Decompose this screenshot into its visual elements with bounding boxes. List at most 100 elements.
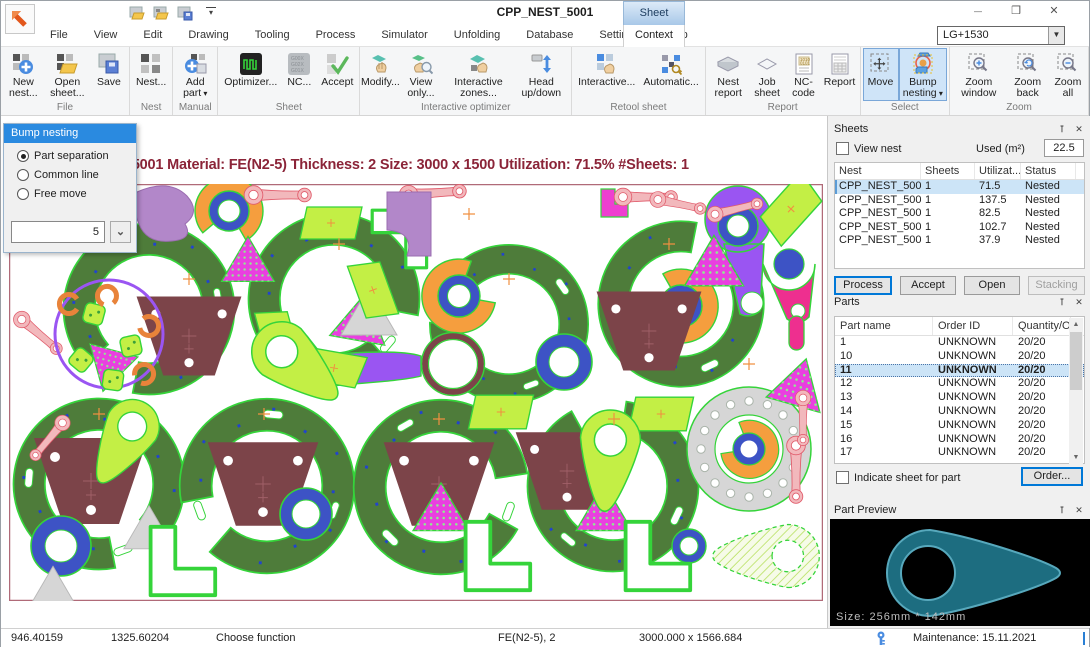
- machine-selector-combo[interactable]: LG+1530: [937, 26, 1065, 45]
- status-caret: [1083, 632, 1085, 645]
- pin-icon[interactable]: [1055, 123, 1069, 136]
- table-row[interactable]: 16UNKNOWN20/20: [835, 433, 1084, 447]
- close-button[interactable]: [1039, 3, 1069, 21]
- table-row[interactable]: 12UNKNOWN20/20: [835, 377, 1084, 391]
- modify-button[interactable]: Modify...: [362, 48, 398, 101]
- chevron-down-icon[interactable]: [1048, 27, 1064, 44]
- order-button[interactable]: Order...: [1021, 467, 1083, 486]
- pin-icon[interactable]: [1055, 296, 1069, 309]
- tab-simulator[interactable]: Simulator: [368, 25, 440, 47]
- minimize-button[interactable]: [963, 3, 993, 21]
- view-only-button[interactable]: View only...: [398, 48, 443, 101]
- pin-icon[interactable]: [1055, 504, 1069, 517]
- tab-process[interactable]: Process: [303, 25, 369, 47]
- tab-database[interactable]: Database: [513, 25, 586, 47]
- app-window: CPP_NEST_5001 File View Edit Drawing Too…: [0, 0, 1090, 647]
- table-row[interactable]: 11UNKNOWN20/20: [835, 364, 1084, 378]
- table-row[interactable]: 15UNKNOWN20/20: [835, 419, 1084, 433]
- table-row[interactable]: 10UNKNOWN20/20: [835, 350, 1084, 364]
- table-row[interactable]: 17UNKNOWN20/20: [835, 446, 1084, 460]
- parts-table[interactable]: Part nameOrder IDQuantity/Ordered 1UNKNO…: [834, 316, 1085, 464]
- zoom-all-button[interactable]: Zoom all: [1050, 48, 1086, 101]
- parts-table-header[interactable]: Part nameOrder IDQuantity/Ordered: [835, 317, 1084, 336]
- zoom-window-icon: [966, 51, 992, 77]
- report-button[interactable]: Report: [822, 48, 858, 101]
- tab-edit[interactable]: Edit: [130, 25, 175, 47]
- scroll-up-icon[interactable]: ▲: [1069, 318, 1083, 331]
- used-value: 22.5: [1044, 139, 1084, 157]
- bump-step-dropdown[interactable]: [110, 221, 131, 243]
- indicate-sheet-checkbox[interactable]: Indicate sheet for part: [836, 471, 960, 484]
- tab-unfolding[interactable]: Unfolding: [441, 25, 513, 47]
- parts-scrollbar[interactable]: ▲ ▼: [1069, 318, 1083, 464]
- radio-icon[interactable]: [17, 188, 29, 200]
- radio-icon[interactable]: [17, 150, 29, 162]
- ribbon-group-zoom: Zoom window Zoom back Zoom all Zoom: [950, 47, 1089, 115]
- retool-automatic-button[interactable]: Automatic...: [639, 48, 702, 101]
- move-button[interactable]: Move: [863, 48, 899, 101]
- app-logo-icon[interactable]: [5, 4, 35, 34]
- job-sheet-button[interactable]: Job sheet: [749, 48, 786, 101]
- accept-sheet-button[interactable]: Accept: [900, 276, 956, 295]
- close-icon[interactable]: [1072, 123, 1086, 136]
- open-sheet-button[interactable]: Open sheet...: [44, 48, 91, 101]
- save-button[interactable]: Save: [91, 48, 127, 101]
- bump-step-input[interactable]: 5: [11, 221, 105, 243]
- table-row[interactable]: CPP_NEST_50031 82.5Nested: [835, 207, 1084, 221]
- checkbox-icon[interactable]: [836, 471, 849, 484]
- accept-button[interactable]: Accept: [317, 48, 357, 101]
- radio-icon[interactable]: [17, 169, 29, 181]
- new-nest-button[interactable]: New nest...: [3, 48, 44, 101]
- interactive-zones-button[interactable]: Interactive zones...: [444, 48, 514, 101]
- ribbon: New nest... Open sheet... Save File Nest…: [1, 47, 1089, 116]
- process-button[interactable]: Process: [834, 276, 892, 295]
- sheets-table-header[interactable]: NestSheets Utilizat...Status: [835, 163, 1084, 180]
- close-icon[interactable]: [1072, 296, 1086, 309]
- nc-button[interactable]: G00XG02XG01X NC...: [281, 48, 317, 101]
- close-icon[interactable]: [1072, 504, 1086, 517]
- table-row[interactable]: CPP_NEST_50021 137.5Nested: [835, 194, 1084, 208]
- scrollbar-thumb[interactable]: [1070, 332, 1082, 390]
- zoom-window-button[interactable]: Zoom window: [952, 48, 1005, 101]
- nest-button[interactable]: Nest...: [132, 48, 170, 101]
- tab-drawing[interactable]: Drawing: [175, 25, 241, 47]
- table-row[interactable]: CPP_NEST_50051 37.9Nested: [835, 234, 1084, 248]
- radio-free-move[interactable]: Free move: [17, 188, 136, 200]
- move-icon: [868, 51, 894, 77]
- bump-nesting-button[interactable]: Bump nesting: [899, 48, 948, 101]
- open-button[interactable]: Open: [964, 276, 1020, 295]
- tab-context[interactable]: Context: [623, 25, 685, 47]
- head-updown-button[interactable]: Head up/down: [514, 48, 570, 101]
- table-row[interactable]: 13UNKNOWN20/20: [835, 391, 1084, 405]
- sheets-table[interactable]: NestSheets Utilizat...Status CPP_NEST_50…: [834, 162, 1085, 269]
- ribbon-group-report: Nest report Job sheet 10100101 NC-code R…: [706, 47, 861, 115]
- material-label: FE(N2-5), 2: [498, 632, 555, 644]
- job-sheet-icon: [754, 51, 780, 77]
- table-row[interactable]: 14UNKNOWN20/20: [835, 405, 1084, 419]
- tab-view[interactable]: View: [81, 25, 131, 47]
- checkbox-icon[interactable]: [836, 142, 849, 155]
- nest-report-icon: [715, 51, 741, 77]
- nested-part-hatched-teardrop[interactable]: [713, 525, 820, 588]
- retool-interactive-button[interactable]: Interactive...: [574, 48, 639, 101]
- scroll-down-icon[interactable]: ▼: [1069, 451, 1083, 464]
- dialog-title[interactable]: Bump nesting: [4, 124, 136, 143]
- maintenance-label: Maintenance: 15.11.2021: [913, 632, 1036, 644]
- table-row[interactable]: 1UNKNOWN20/20: [835, 336, 1084, 350]
- tab-file[interactable]: File: [37, 25, 81, 47]
- zoom-back-button[interactable]: Zoom back: [1005, 48, 1049, 101]
- ribbon-group-sheet: Optimizer... G00XG02XG01X NC... Accept S…: [218, 47, 360, 115]
- table-row[interactable]: CPP_NEST_50011 71.5Nested: [835, 180, 1084, 194]
- maximize-button[interactable]: [1001, 3, 1031, 21]
- nest-icon: [138, 51, 164, 77]
- view-nest-checkbox[interactable]: View nest: [836, 142, 902, 155]
- tab-tooling[interactable]: Tooling: [242, 25, 303, 47]
- add-part-button[interactable]: Add part: [175, 48, 215, 101]
- radio-common-line[interactable]: Common line: [17, 169, 136, 181]
- table-row[interactable]: CPP_NEST_50041 102.7Nested: [835, 221, 1084, 235]
- nest-report-button[interactable]: Nest report: [708, 48, 749, 101]
- machine-selector-value: LG+1530: [943, 29, 989, 41]
- optimizer-button[interactable]: Optimizer...: [220, 48, 281, 101]
- radio-part-separation[interactable]: Part separation: [17, 150, 136, 162]
- nc-code-button[interactable]: 10100101 NC-code: [786, 48, 822, 101]
